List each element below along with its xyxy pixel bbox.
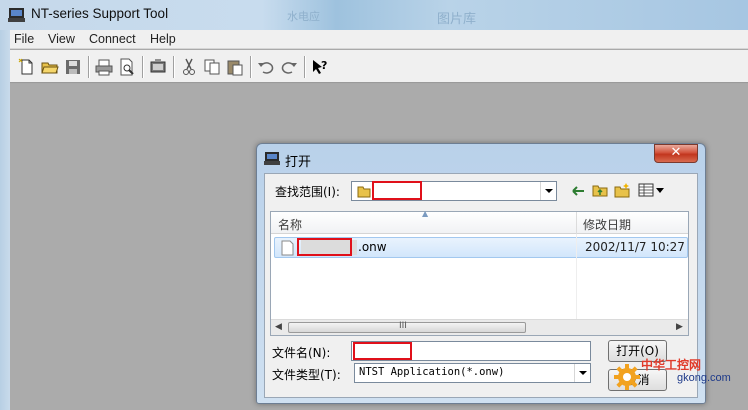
toolbar-separator: [142, 56, 144, 78]
new-file-icon[interactable]: [16, 56, 38, 78]
horizontal-scrollbar[interactable]: ◀ III ▶: [271, 319, 688, 335]
print-preview-icon[interactable]: [116, 56, 138, 78]
file-modified: 2002/11/7 10:27: [585, 240, 685, 254]
file-list[interactable]: 名称 ▲ 修改日期 .onw 2002/11/7 10:27 ◀ III ▶: [270, 209, 689, 336]
toolbar: ?: [10, 50, 748, 83]
app-icon: [8, 8, 25, 22]
gear-icon: [614, 364, 640, 390]
undo-icon[interactable]: [255, 56, 277, 78]
look-in-label: 查找范围(I):: [275, 185, 340, 199]
back-arrow-icon[interactable]: [571, 184, 585, 198]
column-name-header[interactable]: 名称: [278, 216, 302, 233]
toolbar-separator: [173, 56, 175, 78]
sort-arrow-icon: ▲: [422, 209, 429, 218]
menu-file[interactable]: File: [14, 32, 34, 46]
highlight-box: [353, 342, 412, 360]
context-help-icon[interactable]: ?: [309, 56, 331, 78]
watermark-brand: 中华工控网: [641, 358, 702, 372]
list-header: 名称 ▲ 修改日期: [271, 209, 688, 234]
close-button[interactable]: ✕: [654, 144, 698, 163]
print-icon[interactable]: [93, 56, 115, 78]
up-folder-icon[interactable]: [592, 182, 608, 198]
scroll-grip: III: [399, 321, 407, 331]
menu-bar: File View Connect Help: [10, 30, 748, 49]
toolbar-separator: [304, 56, 306, 78]
dialog-app-icon: [264, 152, 280, 165]
file-icon: [281, 240, 294, 256]
watermark-url: gkong.com: [677, 372, 731, 384]
chevron-down-icon[interactable]: [540, 182, 556, 200]
menu-help[interactable]: Help: [150, 32, 176, 46]
column-divider: [576, 234, 577, 319]
svg-text:?: ?: [321, 59, 327, 72]
new-folder-icon[interactable]: [614, 182, 631, 198]
scrollbar-thumb[interactable]: III: [288, 321, 526, 333]
toolbar-separator: [88, 56, 90, 78]
save-icon[interactable]: [62, 56, 84, 78]
chevron-down-icon[interactable]: [574, 364, 590, 382]
filename-label: 文件名(N):: [272, 346, 331, 360]
dialog-title: 打开: [285, 155, 312, 170]
filetype-value: NTST Application(*.onw): [359, 366, 505, 378]
filetype-dropdown[interactable]: NTST Application(*.onw): [354, 363, 591, 383]
menu-connect[interactable]: Connect: [89, 32, 136, 46]
redo-icon[interactable]: [278, 56, 300, 78]
title-bar: NT-series Support Tool 水电应 图片库: [0, 0, 748, 30]
background-window-text: 水电应: [287, 10, 320, 23]
paste-icon[interactable]: [224, 56, 246, 78]
transfer-icon[interactable]: [147, 56, 169, 78]
column-divider: [576, 212, 577, 234]
toolbar-separator: [250, 56, 252, 78]
menu-view[interactable]: View: [48, 32, 75, 46]
window-title: NT-series Support Tool: [31, 6, 169, 21]
folder-icon: [357, 186, 371, 198]
cut-icon[interactable]: [178, 56, 200, 78]
column-modified-header[interactable]: 修改日期: [583, 216, 631, 233]
scroll-right-icon[interactable]: ▶: [676, 322, 683, 332]
copy-icon[interactable]: [201, 56, 223, 78]
watermark: 中华工控网 gkong.com: [608, 354, 748, 410]
window-frame-left: [0, 30, 10, 410]
file-name: .onw: [358, 240, 387, 254]
highlight-box: [297, 238, 352, 256]
highlight-box: [372, 181, 422, 200]
scroll-left-icon[interactable]: ◀: [275, 322, 282, 332]
open-folder-icon[interactable]: [39, 56, 61, 78]
background-window-text: 图片库: [437, 12, 477, 27]
view-menu-icon[interactable]: [638, 183, 666, 197]
filetype-label: 文件类型(T):: [272, 368, 341, 382]
